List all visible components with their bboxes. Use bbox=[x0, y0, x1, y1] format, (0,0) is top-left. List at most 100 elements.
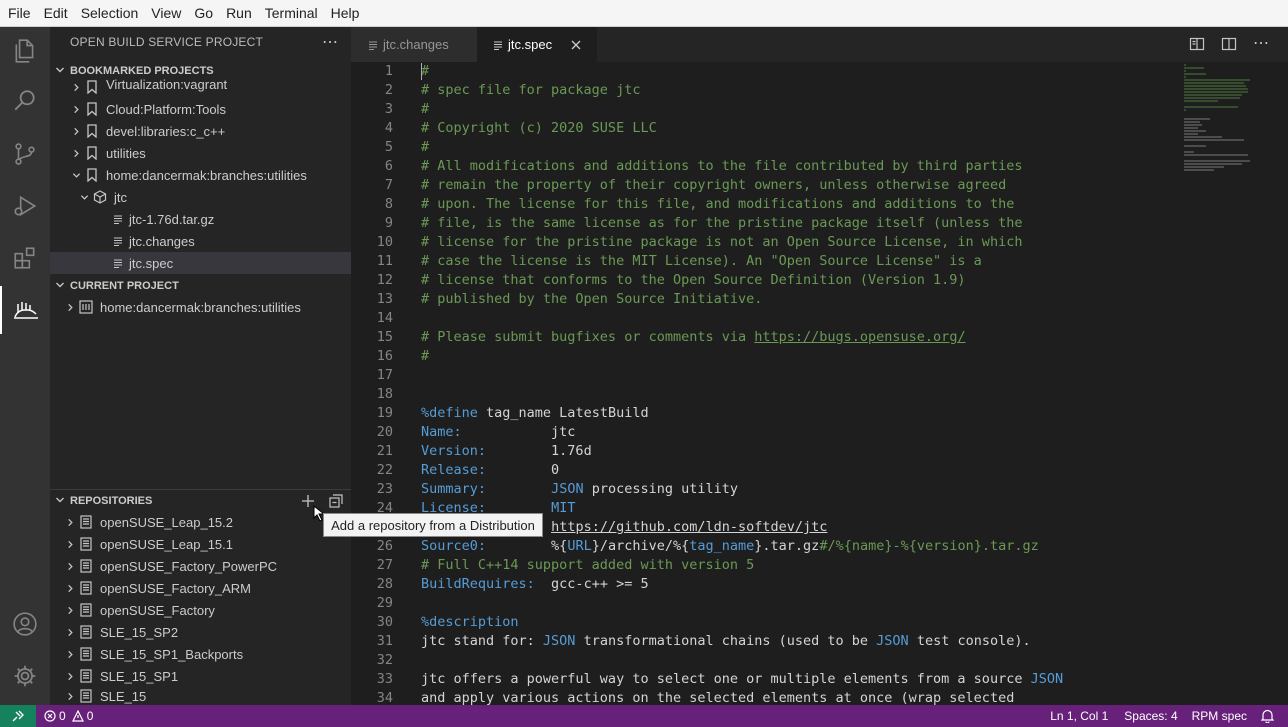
bookmark-item-devel-libraries[interactable]: devel:libraries:c_c++ bbox=[50, 120, 351, 142]
code-line: 2 # spec file for package jtc bbox=[384, 82, 641, 98]
indentation-status[interactable]: Spaces: 4 bbox=[1124, 709, 1177, 723]
menu-run[interactable]: Run bbox=[221, 0, 257, 26]
cursor-position[interactable]: Ln 1, Col 1 bbox=[1050, 709, 1108, 723]
code-line: 6 # All modifications and additions to th… bbox=[384, 158, 1023, 174]
open-preview-icon[interactable] bbox=[1189, 36, 1205, 55]
bookmark-icon bbox=[84, 123, 100, 139]
repositories-header[interactable]: REPOSITORIES bbox=[50, 489, 351, 512]
chevron-right-icon bbox=[62, 555, 78, 577]
menu-edit[interactable]: Edit bbox=[39, 0, 73, 26]
sidebar: OPEN BUILD SERVICE PROJECT ⋯ BOOKMARKED … bbox=[50, 27, 351, 705]
chevron-right-icon bbox=[68, 120, 84, 142]
chevron-right-icon bbox=[62, 511, 78, 533]
chevron-right-icon bbox=[62, 577, 78, 599]
source-control-icon[interactable] bbox=[0, 130, 50, 178]
code-line: 8 # upon. The license for this file, and … bbox=[384, 196, 1015, 212]
menu-selection[interactable]: Selection bbox=[76, 0, 144, 26]
chevron-down-icon bbox=[50, 280, 70, 293]
add-repository-tooltip: Add a repository from a Distribution bbox=[323, 513, 543, 537]
chevron-down-icon bbox=[50, 65, 70, 78]
explorer-icon[interactable] bbox=[0, 27, 50, 75]
account-icon[interactable] bbox=[0, 600, 50, 648]
bookmark-item-home-dancermak[interactable]: home:dancermak:branches:utilities bbox=[50, 164, 351, 186]
bug-report-link[interactable]: https://bugs.opensuse.org/ bbox=[754, 329, 965, 345]
remote-indicator-icon[interactable] bbox=[0, 705, 36, 727]
bookmark-item-vagrant[interactable]: Virtualization:vagrant bbox=[50, 77, 351, 97]
repository-item[interactable]: SLE_15 bbox=[50, 687, 351, 705]
code-line: 22 Release: 0 bbox=[376, 462, 560, 478]
menu-view[interactable]: View bbox=[146, 0, 186, 26]
code-line: 28 BuildRequires: gcc-c++ >= 5 bbox=[376, 576, 649, 592]
bookmark-item-utilities[interactable]: utilities bbox=[50, 142, 351, 164]
code-line: 17 bbox=[376, 367, 393, 383]
project-icon bbox=[78, 299, 94, 315]
code-line: 21 Version: 1.76d bbox=[376, 443, 592, 459]
ellipsis-icon[interactable]: ⋯ bbox=[1253, 33, 1269, 53]
tab-jtc-changes[interactable]: jtc.changes bbox=[351, 27, 477, 62]
menu-go[interactable]: Go bbox=[189, 0, 218, 26]
repository-item[interactable]: openSUSE_Leap_15.1 bbox=[50, 533, 351, 555]
warning-icon bbox=[71, 710, 84, 722]
bookmark-icon bbox=[84, 167, 100, 183]
code-line: 33 jtc offers a powerful way to select on… bbox=[376, 671, 1064, 687]
menu-bar: File Edit Selection View Go Run Terminal… bbox=[0, 0, 1288, 27]
menu-file[interactable]: File bbox=[3, 0, 36, 26]
notifications-bell-icon[interactable] bbox=[1261, 709, 1274, 723]
package-icon bbox=[92, 189, 108, 205]
repository-item[interactable]: openSUSE_Factory_PowerPC bbox=[50, 555, 351, 577]
repository-icon bbox=[78, 536, 94, 552]
repository-item[interactable]: openSUSE_Factory_ARM bbox=[50, 577, 351, 599]
code-line: 12 # license that conforms to the Open So… bbox=[376, 272, 966, 288]
code-line: 30 %description bbox=[376, 614, 519, 630]
chevron-right-icon bbox=[62, 687, 78, 705]
current-project-header[interactable]: CURRENT PROJECT bbox=[50, 275, 351, 297]
split-editor-icon[interactable] bbox=[1221, 36, 1237, 55]
repository-icon bbox=[78, 668, 94, 684]
tab-jtc-spec[interactable]: jtc.spec bbox=[477, 27, 597, 62]
extensions-icon[interactable] bbox=[0, 234, 50, 282]
file-lines-icon bbox=[110, 211, 126, 227]
repository-icon bbox=[78, 558, 94, 574]
collapse-all-icon[interactable] bbox=[328, 493, 344, 509]
menu-help[interactable]: Help bbox=[326, 0, 365, 26]
language-mode[interactable]: RPM spec bbox=[1192, 709, 1247, 723]
repository-item[interactable]: SLE_15_SP2 bbox=[50, 621, 351, 643]
run-debug-icon[interactable] bbox=[0, 182, 50, 230]
current-project-item[interactable]: home:dancermak:branches:utilities bbox=[50, 296, 351, 318]
repository-item[interactable]: SLE_15_SP1 bbox=[50, 665, 351, 687]
file-lines-icon bbox=[493, 40, 503, 50]
package-item-jtc[interactable]: jtc bbox=[50, 186, 351, 208]
chevron-right-icon bbox=[68, 77, 84, 97]
code-line: 26 Source0: %{URL}/archive/%{tag_name}.ta… bbox=[376, 538, 1039, 554]
bookmark-item-cloud-platform-tools[interactable]: Cloud:Platform:Tools bbox=[50, 98, 351, 120]
repository-icon bbox=[78, 688, 94, 704]
search-icon[interactable] bbox=[0, 77, 50, 125]
code-line: 27 # Full C++14 support added with versio… bbox=[376, 557, 755, 573]
code-line: 19 %define tag_name LatestBuild bbox=[376, 405, 649, 421]
file-lines-icon bbox=[368, 40, 378, 50]
repository-item[interactable]: openSUSE_Factory bbox=[50, 599, 351, 621]
sidebar-title-bar: OPEN BUILD SERVICE PROJECT ⋯ bbox=[50, 27, 351, 57]
menu-terminal[interactable]: Terminal bbox=[260, 0, 323, 26]
file-item-jtc-changes[interactable]: jtc.changes bbox=[50, 230, 351, 252]
chevron-right-icon bbox=[62, 643, 78, 665]
status-bar: 0 0 Ln 1, Col 1 Spaces: 4 RPM spec bbox=[0, 705, 1288, 727]
code-line: 32 bbox=[376, 652, 393, 668]
code-line: 31 jtc stand for: JSON transformational c… bbox=[376, 633, 1031, 649]
open-build-service-icon[interactable] bbox=[0, 286, 50, 334]
repository-item[interactable]: SLE_15_SP1_Backports bbox=[50, 643, 351, 665]
repository-item[interactable]: openSUSE_Leap_15.2 bbox=[50, 511, 351, 533]
close-icon[interactable] bbox=[571, 40, 581, 50]
code-editor[interactable]: 1 # 2 # spec file for package jtc 3 # 4 # Co… bbox=[351, 62, 1288, 705]
code-line: 18 bbox=[376, 386, 393, 402]
code-line: 7 # remain the property of their copyrigh… bbox=[384, 177, 1007, 193]
file-item-tarball[interactable]: jtc-1.76d.tar.gz bbox=[50, 208, 351, 230]
code-line: 23 Summary: JSON processing utility bbox=[376, 481, 739, 497]
settings-gear-icon[interactable] bbox=[0, 652, 50, 700]
ellipsis-icon[interactable]: ⋯ bbox=[322, 32, 339, 52]
chevron-right-icon bbox=[62, 621, 78, 643]
file-item-jtc-spec[interactable]: jtc.spec bbox=[50, 252, 351, 274]
problems-indicator[interactable]: 0 0 bbox=[44, 709, 93, 723]
code-line: 5 # bbox=[384, 139, 430, 155]
minimap[interactable] bbox=[1180, 62, 1276, 172]
